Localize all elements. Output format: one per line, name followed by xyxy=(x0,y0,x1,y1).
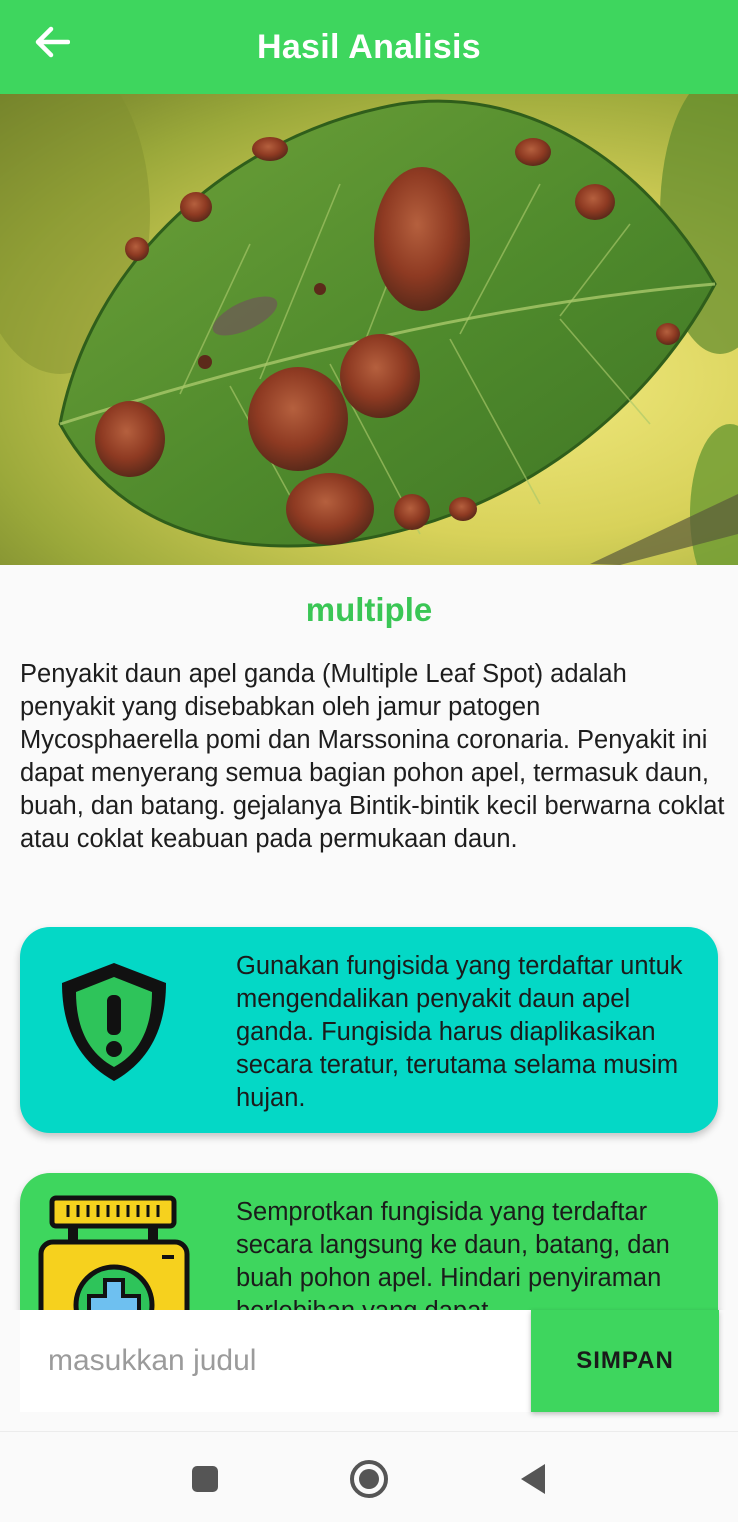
home-circle-icon xyxy=(350,1460,388,1498)
leaf-photo xyxy=(0,94,738,565)
back-button[interactable] xyxy=(30,22,74,62)
save-button[interactable]: SIMPAN xyxy=(531,1310,719,1412)
page-title: Hasil Analisis xyxy=(256,27,482,66)
treatment-text: Semprotkan fungisida yang terdaftar seca… xyxy=(236,1198,670,1310)
disease-description: Penyakit daun apel ganda (Multiple Leaf … xyxy=(20,660,725,853)
system-nav-bar xyxy=(0,1431,738,1522)
save-bar: SIMPAN xyxy=(0,1310,738,1414)
title-input[interactable] xyxy=(20,1310,530,1412)
system-back-button[interactable] xyxy=(508,1454,558,1504)
shield-exclamation-icon xyxy=(62,963,166,1081)
disease-name: multiple xyxy=(305,591,433,628)
treatment-card: Semprotkan fungisida yang terdaftar seca… xyxy=(20,1173,718,1310)
prevention-text: Gunakan fungisida yang terdaftar untuk m… xyxy=(236,952,683,1112)
arrow-left-icon xyxy=(35,26,70,58)
prevention-card: Gunakan fungisida yang terdaftar untuk m… xyxy=(20,927,718,1133)
app-bar: Hasil Analisis xyxy=(0,0,738,94)
first-aid-kit-icon xyxy=(38,1195,190,1310)
back-triangle-icon xyxy=(521,1464,545,1494)
home-button[interactable] xyxy=(344,1454,394,1504)
recents-square-icon xyxy=(192,1466,218,1492)
recents-button[interactable] xyxy=(180,1454,230,1504)
result-content[interactable]: multiple Penyakit daun apel ganda (Multi… xyxy=(0,565,738,1310)
